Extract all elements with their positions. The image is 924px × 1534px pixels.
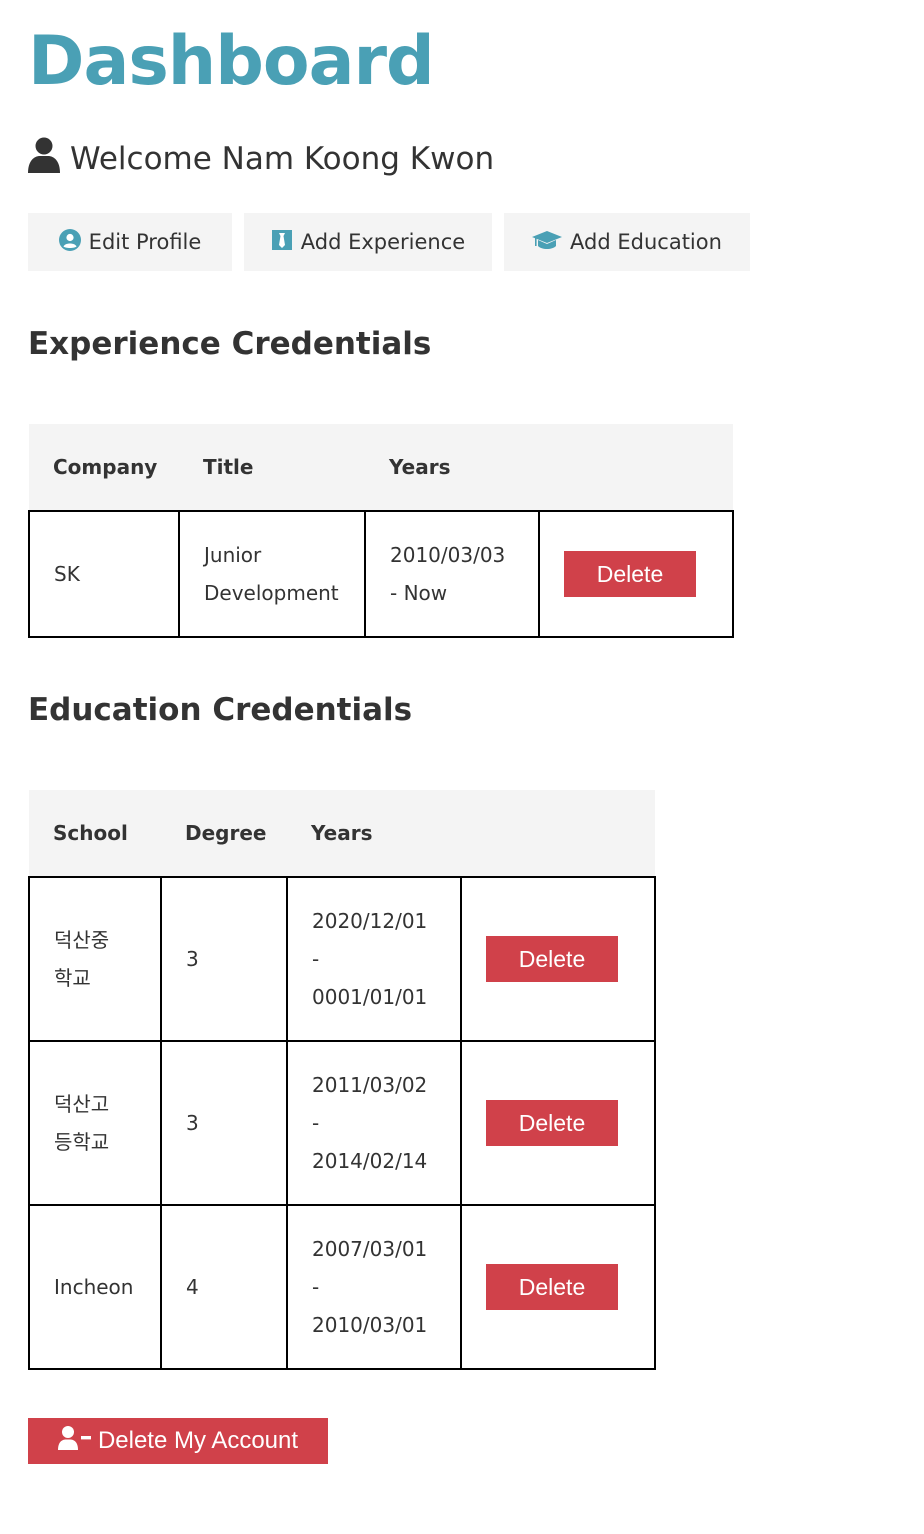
action-cell: Delete bbox=[460, 1204, 656, 1370]
title-line: Development bbox=[204, 581, 339, 605]
edit-profile-button[interactable]: Edit Profile bbox=[28, 213, 232, 271]
school-cell: 덕산고 등학교 bbox=[28, 1040, 162, 1206]
title-cell: Junior Development bbox=[178, 510, 366, 638]
user-icon bbox=[28, 137, 60, 181]
column-header: Years bbox=[365, 424, 539, 511]
title-line: Junior bbox=[204, 543, 262, 567]
years-to: 2014/02/14 bbox=[312, 1149, 428, 1173]
delete-education-button[interactable]: Delete bbox=[486, 1264, 618, 1310]
years-line: - Now bbox=[390, 581, 448, 605]
years-separator: - bbox=[312, 1111, 320, 1135]
action-cell: Delete bbox=[460, 876, 656, 1042]
add-education-label: Add Education bbox=[570, 230, 722, 254]
experience-header-row: Company Title Years bbox=[29, 424, 733, 511]
education-heading: Education Credentials bbox=[28, 692, 413, 728]
delete-account-label: Delete My Account bbox=[97, 1427, 299, 1454]
years-cell: 2011/03/02 - 2014/02/14 bbox=[286, 1040, 462, 1206]
education-header-row: School Degree Years bbox=[29, 790, 655, 877]
column-header: School bbox=[29, 790, 161, 877]
school-cell: 덕산중 학교 bbox=[28, 876, 162, 1042]
table-row: 덕산중 학교 3 2020/12/01 - 0001/01/01 Delete bbox=[28, 876, 656, 1042]
degree-cell: 4 bbox=[160, 1204, 288, 1370]
action-cell: Delete bbox=[460, 1040, 656, 1206]
table-row: 덕산고 등학교 3 2011/03/02 - 2014/02/14 Delete bbox=[28, 1040, 656, 1206]
company-cell: SK bbox=[28, 510, 180, 638]
delete-education-button[interactable]: Delete bbox=[486, 936, 618, 982]
experience-table: Company Title Years SK Junior Developmen… bbox=[28, 424, 734, 638]
years-from: 2007/03/01 bbox=[312, 1237, 428, 1261]
edit-profile-label: Edit Profile bbox=[88, 230, 202, 254]
dashboard-actions: Edit Profile Add Experience Add Educatio… bbox=[28, 213, 750, 271]
years-to: 2010/03/01 bbox=[312, 1313, 428, 1337]
column-header: Company bbox=[29, 424, 179, 511]
school-line: 덕산고 bbox=[54, 1092, 110, 1116]
delete-education-button[interactable]: Delete bbox=[486, 1100, 618, 1146]
years-cell: 2020/12/01 - 0001/01/01 bbox=[286, 876, 462, 1042]
column-header: Title bbox=[179, 424, 365, 511]
school-line: 덕산중 bbox=[54, 928, 110, 952]
education-table: School Degree Years 덕산중 학교 3 2020/12/01 … bbox=[28, 790, 656, 1370]
add-education-button[interactable]: Add Education bbox=[504, 213, 750, 271]
welcome-message: Welcome Nam Koong Kwon bbox=[28, 137, 495, 181]
school-line: 등학교 bbox=[54, 1130, 110, 1154]
column-header: Years bbox=[287, 790, 461, 877]
table-row: SK Junior Development 2010/03/03 - Now D… bbox=[28, 510, 734, 638]
table-row: Incheon 4 2007/03/01 - 2010/03/01 Delete bbox=[28, 1204, 656, 1370]
user-circle-icon bbox=[58, 228, 81, 256]
school-line: Incheon bbox=[54, 1275, 134, 1299]
add-experience-button[interactable]: Add Experience bbox=[244, 213, 492, 271]
user-minus-icon bbox=[57, 1425, 92, 1457]
delete-account-button[interactable]: Delete My Account bbox=[28, 1418, 328, 1464]
school-line: 학교 bbox=[54, 966, 91, 990]
experience-heading: Experience Credentials bbox=[28, 326, 432, 362]
years-from: 2020/12/01 bbox=[312, 909, 428, 933]
years-cell: 2007/03/01 - 2010/03/01 bbox=[286, 1204, 462, 1370]
years-separator: - bbox=[312, 1275, 320, 1299]
briefcase-icon bbox=[271, 229, 293, 256]
years-to: 0001/01/01 bbox=[312, 985, 428, 1009]
years-cell: 2010/03/03 - Now bbox=[364, 510, 540, 638]
action-cell: Delete bbox=[538, 510, 734, 638]
degree-cell: 3 bbox=[160, 876, 288, 1042]
welcome-text: Welcome Nam Koong Kwon bbox=[70, 141, 495, 177]
column-header-empty bbox=[461, 790, 655, 877]
column-header: Degree bbox=[161, 790, 287, 877]
years-separator: - bbox=[312, 947, 320, 971]
delete-experience-button[interactable]: Delete bbox=[564, 551, 696, 597]
column-header-empty bbox=[539, 424, 733, 511]
page-title: Dashboard bbox=[28, 22, 435, 101]
degree-cell: 3 bbox=[160, 1040, 288, 1206]
school-cell: Incheon bbox=[28, 1204, 162, 1370]
graduation-cap-icon bbox=[532, 229, 563, 256]
add-experience-label: Add Experience bbox=[300, 230, 466, 254]
years-line: 2010/03/03 bbox=[390, 543, 506, 567]
years-from: 2011/03/02 bbox=[312, 1073, 428, 1097]
